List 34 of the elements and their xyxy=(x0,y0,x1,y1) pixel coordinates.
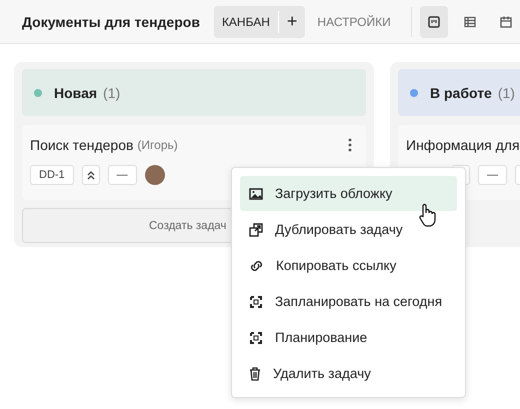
task-title: Информация для xyxy=(406,137,520,153)
column-title: Новая xyxy=(54,84,98,100)
image-icon xyxy=(249,186,263,200)
kanban-view-button[interactable] xyxy=(420,6,448,38)
board-icon xyxy=(428,16,440,28)
menu-item[interactable]: Копировать ссылку xyxy=(240,248,457,283)
dashed-square-icon xyxy=(249,294,263,308)
settings-tab[interactable]: НАСТРОЙКИ xyxy=(309,6,399,38)
kanban-tab[interactable]: КАНБАН xyxy=(214,6,278,38)
more-icon[interactable] xyxy=(348,138,352,152)
estimate-chip[interactable]: — xyxy=(478,165,507,185)
dashed-square-icon xyxy=(249,330,263,344)
duplicate-icon xyxy=(249,222,263,236)
menu-item[interactable]: Удалить задачу xyxy=(240,356,457,391)
column-title: В работе xyxy=(430,84,492,100)
menu-item[interactable]: Запланировать на сегодня xyxy=(240,284,457,319)
estimate-chip[interactable]: — xyxy=(108,165,137,185)
menu-item[interactable]: Планирование xyxy=(240,320,457,355)
add-tab-button[interactable]: + xyxy=(278,6,306,38)
menu-item[interactable]: Загрузить обложку xyxy=(240,176,457,211)
column-count: (1) xyxy=(103,84,120,100)
page-title: Документы для тендеров xyxy=(22,14,200,30)
trash-icon xyxy=(249,366,261,380)
calendar-icon xyxy=(500,16,512,28)
task-id: DD-1 xyxy=(30,165,74,185)
task-assignee: (Игорь) xyxy=(137,138,178,152)
link-icon xyxy=(249,258,264,272)
avatar[interactable] xyxy=(144,165,165,185)
task-title: Поиск тендеров xyxy=(30,137,134,153)
priority-chip[interactable] xyxy=(82,165,100,185)
column-count: (1) xyxy=(498,84,515,100)
double-chevron-icon xyxy=(86,170,95,180)
table-icon xyxy=(464,16,476,28)
hand-cursor-icon xyxy=(418,203,436,227)
